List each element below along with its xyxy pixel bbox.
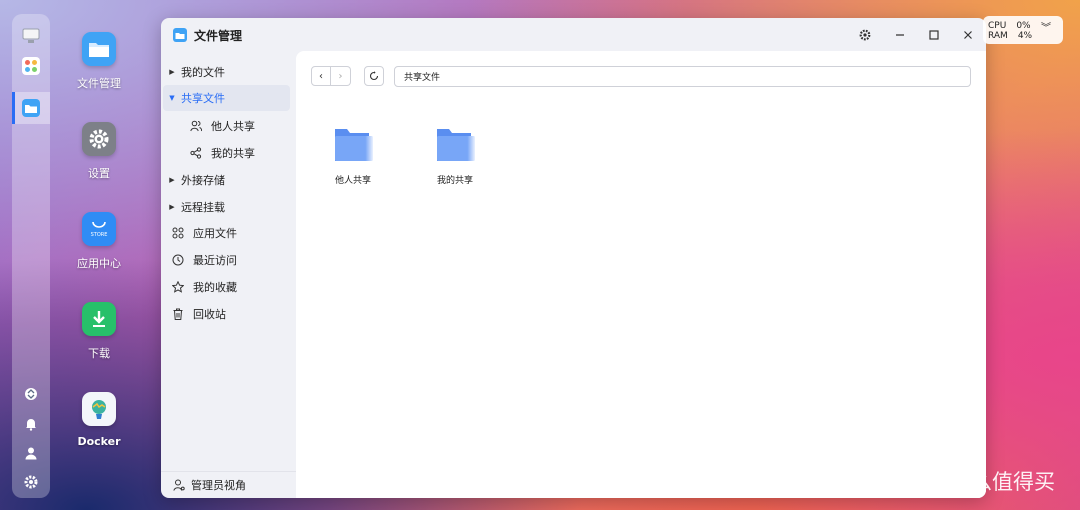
trash-icon: [169, 308, 187, 320]
desktop-download[interactable]: 下载: [70, 302, 128, 361]
desktop-icon-label: 设置: [88, 167, 110, 180]
app-logo-icon: [173, 28, 187, 42]
back-button[interactable]: ‹: [311, 66, 331, 86]
bell-icon[interactable]: [21, 414, 41, 434]
folder-my-shares[interactable]: 我的共享: [415, 127, 495, 186]
sidebar-item-label: 最近访问: [193, 254, 237, 267]
gear-icon[interactable]: [856, 26, 874, 44]
desktop-icon-label: 文件管理: [77, 77, 121, 90]
refresh-button[interactable]: [364, 66, 384, 86]
dock: [12, 14, 50, 498]
admin-user-icon: [173, 479, 185, 491]
sidebar-item-label: 远程挂载: [181, 201, 225, 214]
sidebar-item-label: 我的共享: [211, 147, 255, 160]
caret-right-icon: ▶: [169, 176, 175, 184]
sync-icon[interactable]: [21, 384, 41, 404]
watermark-text: 什么值得买: [950, 470, 1055, 494]
forward-button[interactable]: ›: [331, 66, 351, 86]
caret-right-icon: ▶: [169, 203, 175, 211]
star-icon: [169, 281, 187, 293]
file-manager-dock-icon[interactable]: [21, 98, 41, 118]
file-content-area: ‹ › 共享文件 他人共享 我的共享: [296, 51, 986, 498]
ram-label: RAM: [988, 31, 1008, 41]
chevron-left-icon: ‹: [319, 70, 323, 82]
desktop-icon-label: Docker: [77, 435, 121, 448]
desktop-icon-label: 下载: [88, 347, 110, 360]
sidebar-item-my-files[interactable]: ▶ 我的文件: [163, 59, 290, 85]
share-icon: [187, 147, 205, 159]
caret-right-icon: ▶: [169, 68, 175, 76]
file-manager-icon: [82, 32, 116, 66]
desktop-docker[interactable]: Docker: [70, 392, 128, 448]
admin-view-label: 管理员视角: [191, 479, 246, 492]
cpu-label: CPU: [988, 21, 1007, 31]
folder-others-shared[interactable]: 他人共享: [313, 127, 393, 186]
system-monitor[interactable]: CPU 0% RAM 4% ︾: [983, 16, 1063, 44]
download-icon: [82, 302, 116, 336]
settings-gear-icon: [82, 122, 116, 156]
sidebar: ▶ 我的文件 ▼ 共享文件 他人共享 我的共享 ▶ 外接存储 ▶ 远程挂载 应用…: [161, 56, 296, 498]
sidebar-item-label: 共享文件: [181, 92, 225, 105]
close-icon[interactable]: [959, 26, 977, 44]
sidebar-item-label: 我的收藏: [193, 281, 237, 294]
sidebar-item-remote-mount[interactable]: ▶ 远程挂载: [163, 194, 290, 220]
sidebar-item-label: 应用文件: [193, 227, 237, 240]
address-path: 共享文件: [404, 73, 441, 83]
window-title-bar: 文件管理: [173, 26, 242, 44]
sidebar-item-external-storage[interactable]: ▶ 外接存储: [163, 167, 290, 193]
chevron-right-icon: ›: [338, 70, 343, 82]
folder-icon: [437, 129, 475, 161]
sidebar-item-others-shared[interactable]: 他人共享: [163, 113, 290, 139]
store-badge: STORE: [90, 231, 108, 238]
users-icon: [187, 120, 205, 132]
desktop-icon[interactable]: [21, 26, 41, 46]
address-bar[interactable]: 共享文件: [394, 66, 971, 87]
clock-icon: [169, 254, 187, 266]
launcher-icon[interactable]: [21, 56, 41, 76]
docker-icon: [82, 392, 116, 426]
caret-down-icon: ▼: [169, 94, 175, 102]
settings-dock-icon[interactable]: [21, 472, 41, 492]
sidebar-item-shared-files[interactable]: ▼ 共享文件: [163, 85, 290, 111]
sidebar-item-label: 他人共享: [211, 120, 255, 133]
desktop-icon-label: 应用中心: [77, 257, 121, 270]
desktop-settings[interactable]: 设置: [70, 122, 128, 181]
watermark: 值 什么值得买: [912, 466, 1055, 496]
desktop-app-center[interactable]: STORE 应用中心: [70, 212, 128, 271]
sidebar-item-label: 外接存储: [181, 174, 225, 187]
ram-value: 4%: [1017, 31, 1033, 41]
admin-view-toggle[interactable]: 管理员视角: [161, 471, 296, 498]
refresh-icon: [369, 71, 379, 81]
folder-icon: [335, 129, 373, 161]
sidebar-item-label: 我的文件: [181, 66, 225, 79]
chevron-double-down-icon[interactable]: ︾: [1041, 24, 1051, 34]
maximize-icon[interactable]: [925, 26, 943, 44]
folder-label: 他人共享: [334, 176, 371, 186]
store-icon: STORE: [82, 212, 116, 246]
window-title: 文件管理: [194, 28, 243, 43]
folder-label: 我的共享: [436, 176, 473, 186]
sidebar-item-my-shares[interactable]: 我的共享: [163, 140, 290, 166]
sidebar-item-label: 回收站: [193, 308, 226, 321]
watermark-logo: 值: [912, 466, 942, 496]
minimize-icon[interactable]: [891, 26, 909, 44]
user-icon[interactable]: [21, 443, 41, 463]
sidebar-item-app-files[interactable]: 应用文件: [163, 220, 290, 246]
file-manager-window: 文件管理 ▶ 我的文件 ▼ 共享文件 他人共享 我的共享 ▶ 外接存储 ▶ 远程…: [161, 18, 986, 498]
apps-icon: [169, 227, 187, 239]
cpu-value: 0%: [1016, 21, 1031, 31]
sidebar-item-trash[interactable]: 回收站: [163, 301, 290, 327]
desktop-file-manager[interactable]: 文件管理: [70, 32, 128, 91]
sidebar-item-recent[interactable]: 最近访问: [163, 247, 290, 273]
sidebar-item-favorites[interactable]: 我的收藏: [163, 274, 290, 300]
